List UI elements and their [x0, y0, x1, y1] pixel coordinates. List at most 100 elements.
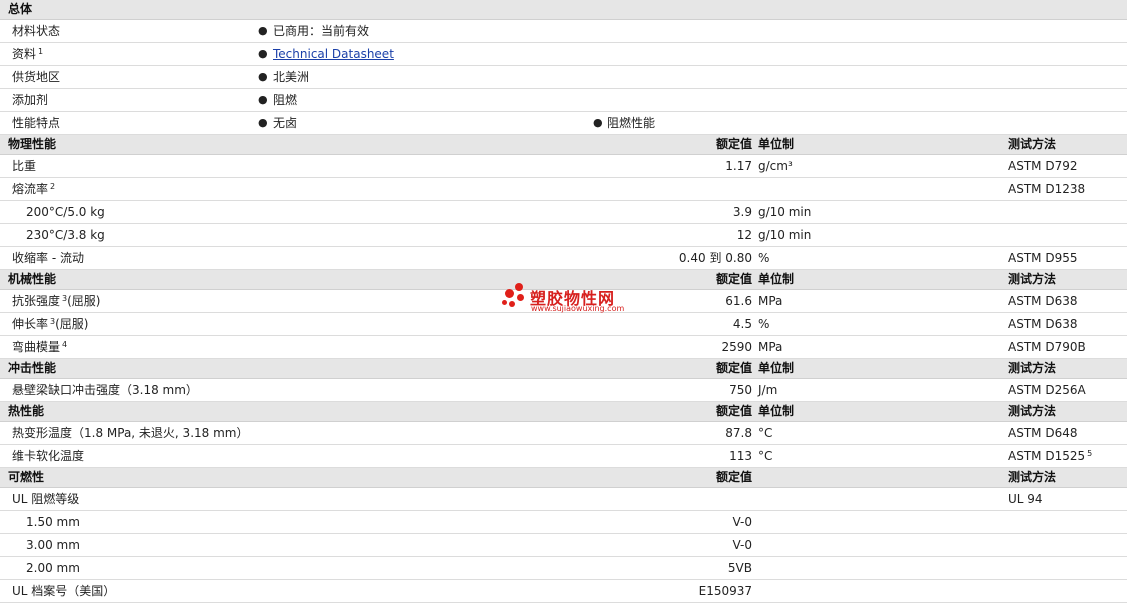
property-name-text: 200°C/5.0 kg: [26, 205, 105, 219]
table-row: 收缩率 - 流动 0.40 到 0.80% ASTM D955: [0, 247, 1127, 270]
table-row: 熔流率 2 ASTM D1238: [0, 178, 1127, 201]
table-row: 材料状态 ● 已商用：当前有效: [0, 20, 1127, 43]
test-method: ASTM D1238: [1008, 178, 1085, 200]
property-condition: (屈服): [67, 294, 101, 308]
table-row: 悬壁梁缺口冲击强度（3.18 mm） 750 J/m ASTM D256A: [0, 379, 1127, 402]
property-name: 伸长率 3(屈服): [12, 313, 88, 335]
column-unit: 单位制: [758, 404, 795, 418]
test-method: ASTM D648: [1008, 422, 1077, 444]
property-value: 12: [736, 228, 752, 242]
property-unit: MPa: [758, 294, 783, 308]
row-label: 资料 1: [12, 43, 43, 65]
section-header: 可燃性 额定值 测试方法: [0, 468, 1127, 488]
row-label-text: 资料: [12, 47, 37, 61]
row-label-text: 供货地区: [12, 70, 61, 84]
property-unit: g/10 min: [758, 228, 812, 242]
property-unit: %: [758, 317, 770, 331]
property-value: 5VB: [727, 561, 752, 575]
column-unit: 单位制: [758, 272, 795, 286]
property-unit: °C: [758, 449, 773, 463]
test-method-text: ASTM D1238: [1008, 182, 1086, 196]
property-unit: g/10 min: [758, 205, 812, 219]
property-name-text: 维卡软化温度: [12, 449, 85, 463]
property-name-text: 230°C/3.8 kg: [26, 228, 105, 242]
test-method: ASTM D955: [1008, 247, 1077, 269]
column-rated-value: 额定值: [715, 470, 752, 484]
table-row: 200°C/5.0 kg 3.9 g/10 min: [0, 201, 1127, 224]
property-value: E150937: [698, 584, 752, 598]
property-name-text: 熔流率: [12, 182, 49, 196]
property-name: UL 档案号（美国）: [12, 580, 115, 602]
section-title: 物理性能: [8, 137, 57, 151]
property-value: 1.17: [725, 159, 752, 173]
column-test-method: 测试方法: [1008, 404, 1057, 418]
footnote-ref: 3: [50, 317, 56, 326]
test-method: ASTM D1525 5: [1008, 445, 1092, 467]
technical-datasheet-link[interactable]: Technical Datasheet: [273, 43, 394, 65]
section-title: 热性能: [8, 404, 45, 418]
table-row: 1.50 mm V-0: [0, 511, 1127, 534]
row-label: 性能特点: [12, 112, 60, 134]
table-row: 2.00 mm 5VB: [0, 557, 1127, 580]
property-name: 维卡软化温度: [12, 445, 84, 467]
section-title: 可燃性: [8, 470, 45, 484]
column-test-method: 测试方法: [1008, 272, 1057, 286]
property-name-text: 弯曲模量: [12, 340, 61, 354]
watermark-dot: [505, 289, 514, 298]
column-test-method: 测试方法: [1008, 470, 1057, 484]
table-row: UL 阻燃等级 UL 94: [0, 488, 1127, 511]
bullet-icon: ●: [593, 116, 603, 129]
table-row: 伸长率 3(屈服) 4.5% ASTM D638: [0, 313, 1127, 336]
property-name: 收缩率 - 流动: [12, 247, 84, 269]
row-value: 已商用：当前有效: [273, 24, 370, 38]
footnote-ref: 1: [38, 47, 44, 56]
table-row: 3.00 mm V-0: [0, 534, 1127, 557]
column-rated-value: 额定值: [715, 137, 752, 151]
row-label-text: 材料状态: [12, 24, 61, 38]
row-value: 无卤: [273, 116, 298, 130]
bullet-icon: ●: [258, 47, 268, 60]
property-name: 热变形温度（1.8 MPa, 未退火, 3.18 mm）: [12, 422, 248, 444]
watermark-dot: [515, 283, 523, 291]
watermark-logo: 塑胶物性网 www.sujiaowuxing.com: [502, 283, 632, 315]
property-name-text: 1.50 mm: [26, 515, 80, 529]
property-unit: MPa: [758, 340, 783, 354]
column-rated-value: 额定值: [715, 361, 752, 375]
test-method-text: ASTM D792: [1008, 159, 1078, 173]
row-label: 材料状态: [12, 20, 60, 42]
property-name-text: 抗张强度: [12, 294, 61, 308]
property-value: 4.5: [732, 317, 752, 331]
property-value: V-0: [732, 515, 752, 529]
property-name: 230°C/3.8 kg: [26, 224, 105, 246]
property-value: 87.8: [725, 426, 752, 440]
column-unit: 单位制: [758, 361, 795, 375]
test-method: UL 94: [1008, 488, 1043, 510]
property-name-text: UL 阻燃等级: [12, 492, 80, 506]
property-name: 200°C/5.0 kg: [26, 201, 105, 223]
table-row: 热变形温度（1.8 MPa, 未退火, 3.18 mm） 87.8 °C ASTM D…: [0, 422, 1127, 445]
watermark-dot: [517, 294, 524, 301]
property-name: UL 阻燃等级: [12, 488, 79, 510]
table-row: 230°C/3.8 kg 12 g/10 min: [0, 224, 1127, 247]
property-name-text: 伸长率: [12, 317, 49, 331]
section-title: 冲击性能: [8, 361, 57, 375]
property-name: 3.00 mm: [26, 534, 80, 556]
bullet-icon: ●: [258, 93, 268, 106]
property-unit: J/m: [758, 383, 778, 397]
section-title: 总体: [8, 2, 33, 16]
property-name: 比重: [12, 155, 36, 177]
row-value: 阻燃性能: [607, 116, 656, 130]
column-test-method: 测试方法: [1008, 361, 1057, 375]
table-row: 资料 1 ● Technical Datasheet: [0, 43, 1127, 66]
section-header: 热性能 额定值 单位制 测试方法: [0, 402, 1127, 422]
test-method-text: ASTM D790B: [1008, 340, 1086, 354]
bullet-icon: ●: [258, 24, 268, 37]
property-condition: (屈服): [55, 317, 89, 331]
row-label-text: 性能特点: [12, 116, 61, 130]
test-method-text: UL 94: [1008, 492, 1043, 506]
test-method-text: ASTM D638: [1008, 317, 1078, 331]
property-name-text: UL 档案号（美国）: [12, 584, 116, 598]
property-value: 113: [729, 449, 752, 463]
watermark-url: www.sujiaowuxing.com: [531, 304, 625, 313]
property-name-text: 2.00 mm: [26, 561, 80, 575]
